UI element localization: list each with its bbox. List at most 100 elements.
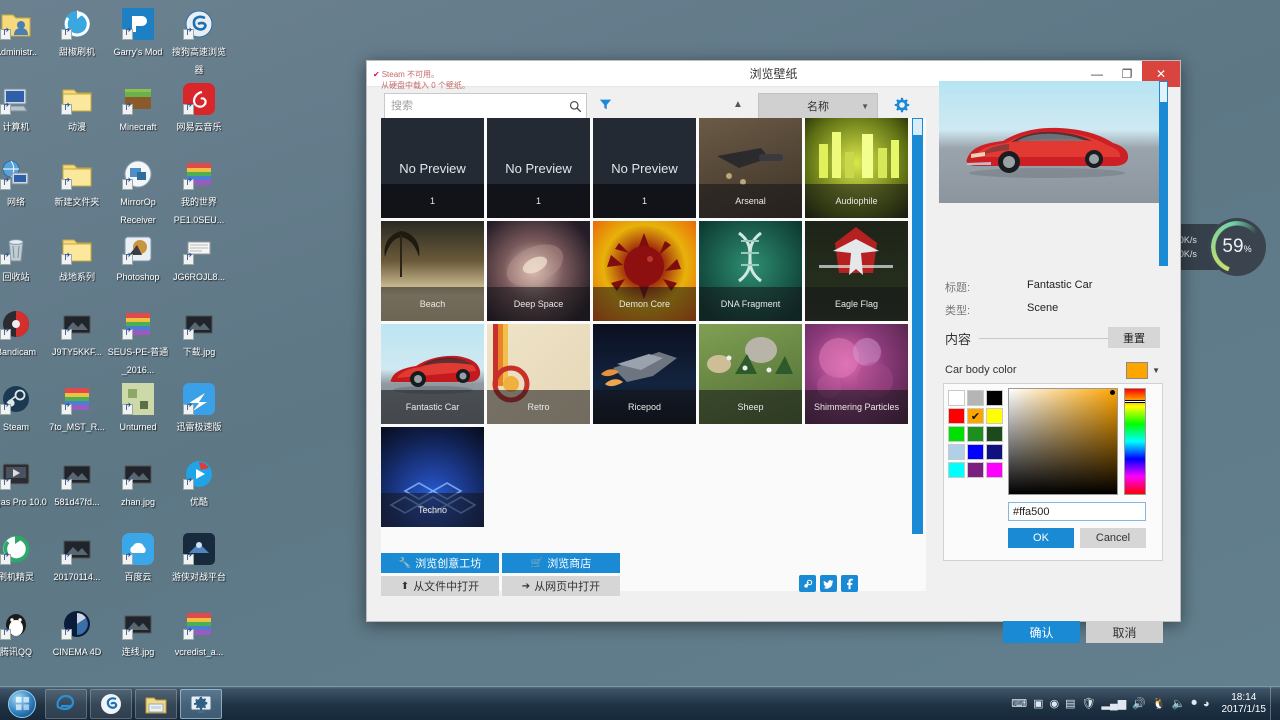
color-swatch-14[interactable] [986, 462, 1003, 478]
wallpaper-tile[interactable]: Arsenal [699, 118, 802, 218]
grid-scrollbar[interactable] [912, 118, 923, 534]
desktop-icon-network-icon[interactable]: 网络 [0, 158, 47, 210]
color-swatch-12[interactable] [948, 462, 965, 478]
desktop-icon-shuaji-icon[interactable]: 刷机精灵 [0, 533, 47, 585]
preview-scrollbar[interactable] [1159, 81, 1168, 266]
taskbar-internet-explorer-icon[interactable] [45, 688, 87, 719]
wallpaper-tile[interactable]: Demon Core [593, 221, 696, 321]
desktop-icon-baidu-cloud-icon[interactable]: 百度云 [107, 533, 169, 585]
wallpaper-tile[interactable]: Beach [381, 221, 484, 321]
facebook-icon[interactable] [841, 575, 858, 592]
open-from-file-button[interactable]: ⬆ 从文件中打开 [381, 576, 499, 596]
color-swatch-1[interactable] [967, 390, 984, 406]
speaker-icon[interactable]: 🔈 [1172, 697, 1186, 710]
chevron-down-icon[interactable]: ▼ [1152, 366, 1160, 375]
steam-icon[interactable] [799, 575, 816, 592]
taskbar-wallpaper-engine-icon[interactable] [180, 688, 222, 719]
wallpaper-tile[interactable]: No Preview 1 [381, 118, 484, 218]
desktop-icon-winrar-icon[interactable]: SEUS-PE-普通_2016... [107, 308, 169, 378]
desktop-icon-image-file-icon[interactable]: zhan.jpg [107, 458, 169, 510]
grid-scrollbar-thumb[interactable] [912, 118, 923, 136]
color-swatch-13[interactable] [967, 462, 984, 478]
color-swatch-8[interactable] [986, 426, 1003, 442]
settings-tray-icon[interactable]: ▣ [1033, 697, 1043, 710]
color-cancel-button[interactable]: Cancel [1080, 528, 1146, 548]
desktop-icon-image-file-icon[interactable]: 连线.jpg [107, 608, 169, 660]
desktop-icon-qq-icon[interactable]: 腾讯QQ [0, 608, 47, 660]
reset-button[interactable]: 重置 [1108, 327, 1160, 348]
desktop-icon-winrar-icon[interactable]: vcredist_a... [168, 608, 230, 660]
filter-icon[interactable] [599, 98, 612, 114]
wallpaper-tile[interactable]: Retro [487, 324, 590, 424]
wallpaper-tile[interactable]: Techno [381, 427, 484, 527]
security-shield-icon[interactable]: 🛡 [1082, 697, 1096, 710]
sort-direction-caret[interactable]: ▲ [733, 99, 743, 110]
cpu-usage-dial[interactable]: 59% [1208, 218, 1266, 276]
wallpaper-tile[interactable]: Sheep [699, 324, 802, 424]
desktop-icon-app-flash-icon[interactable]: 甜椒刷机 [46, 8, 108, 60]
desktop-icon-winrar-icon[interactable]: 我的世界PE1.0SEU... [168, 158, 230, 228]
qq-tray-icon[interactable]: 🐧 [1152, 697, 1166, 710]
hex-color-input[interactable]: #ffa500 [1008, 502, 1146, 521]
color-ok-button[interactable]: OK [1008, 528, 1074, 548]
desktop-icon-folder-icon[interactable]: 动漫 [46, 83, 108, 135]
saturation-value-area[interactable] [1008, 388, 1118, 495]
desktop-icon-image-file-icon[interactable]: 20170114... [46, 533, 108, 585]
desktop-icon-vegas-pro-icon[interactable]: Vegas Pro 10.0 [0, 458, 47, 510]
wallpaper-grid-container[interactable]: No Preview 1 No Preview 1 No Preview 1 Arsenal… [381, 118, 926, 591]
antivirus-alert-icon[interactable]: ▤ [1065, 697, 1075, 710]
browse-store-button[interactable]: 🛒 浏览商店 [502, 553, 620, 573]
preview-scrollbar-thumb[interactable] [1159, 81, 1168, 103]
desktop-icon-netease-music-icon[interactable]: 网易云音乐 [168, 83, 230, 135]
show-desktop-button[interactable] [1270, 686, 1280, 720]
color-swatch-7[interactable] [967, 426, 984, 442]
keyboard-icon[interactable]: ⌨ [1011, 697, 1027, 710]
start-button[interactable] [2, 688, 42, 720]
open-from-web-button[interactable]: ➔ 从网页中打开 [502, 576, 620, 596]
color-swatch-3[interactable] [948, 408, 965, 424]
car-body-color-swatch[interactable] [1126, 361, 1149, 379]
antivirus-ok-icon[interactable]: ◉ [1050, 697, 1060, 710]
desktop-icon-bandicam-icon[interactable]: Bandicam [0, 308, 47, 360]
color-swatch-9[interactable] [948, 444, 965, 460]
desktop-icon-recycle-bin-icon[interactable]: 回收站 [0, 233, 47, 285]
wallpaper-tile[interactable]: Audiophile [805, 118, 908, 218]
browse-workshop-button[interactable]: 🔧 浏览创意工坊 [381, 553, 499, 573]
sv-selector-dot[interactable] [1110, 390, 1115, 395]
wallpaper-tile[interactable]: No Preview 1 [593, 118, 696, 218]
wallpaper-tile[interactable]: No Preview 1 [487, 118, 590, 218]
network-signal-icon[interactable]: ▂▄▆ [1102, 697, 1127, 710]
wallpaper-tile[interactable]: Deep Space [487, 221, 590, 321]
wallpaper-tile[interactable]: Eagle Flag [805, 221, 908, 321]
wallpaper-tile[interactable]: Ricepod [593, 324, 696, 424]
wallpaper-tile[interactable]: Fantastic Car [381, 324, 484, 424]
desktop-icon-thunder-icon[interactable]: 迅雷极速版 [168, 383, 230, 435]
desktop-icon-folder-user-icon[interactable]: Administr.. [0, 8, 47, 60]
color-swatch-6[interactable] [948, 426, 965, 442]
taskbar-sogou-browser-icon[interactable] [90, 688, 132, 719]
desktop-icon-image-file-icon[interactable]: J9TY5KKF... [46, 308, 108, 360]
search-box[interactable] [384, 93, 587, 119]
wallpaper-tile[interactable]: DNA Fragment [699, 221, 802, 321]
desktop-icon-area[interactable]: Administr.. 甜椒刷机 Garry's Mod 搜狗高速浏览器计算机 动漫 Mi… [0, 0, 260, 715]
color-swatch-10[interactable] [967, 444, 984, 460]
desktop-icon-text-file-icon[interactable]: JG6ROJL8... [168, 233, 230, 285]
desktop-icon-computer-icon[interactable]: 计算机 [0, 83, 47, 135]
desktop-icon-image-file-icon[interactable]: 下载.jpg [168, 308, 230, 360]
desktop-icon-steam-icon[interactable]: Steam [0, 383, 47, 435]
desktop-icon-winrar-icon[interactable]: 7to_MST_R... [46, 383, 108, 435]
sort-dropdown[interactable]: 名称 ▼ [758, 93, 878, 119]
desktop-icon-folder-icon[interactable]: 新建文件夹 [46, 158, 108, 210]
search-input[interactable] [385, 100, 564, 112]
wallpaper-preview[interactable] [939, 81, 1159, 203]
color-swatch-11[interactable] [986, 444, 1003, 460]
color-swatch-4[interactable]: ✔ [967, 408, 984, 424]
desktop-icon-image-file-icon[interactable]: 581d47fd... [46, 458, 108, 510]
record-icon-2[interactable]: ◕ [1203, 698, 1210, 710]
twitter-icon[interactable] [820, 575, 837, 592]
taskbar-clock[interactable]: 18:14 2017/1/15 [1222, 692, 1267, 716]
desktop-icon-minecraft-icon[interactable]: Minecraft [107, 83, 169, 135]
hue-selector-marker[interactable] [1125, 400, 1145, 403]
color-swatch-0[interactable] [948, 390, 965, 406]
gear-icon[interactable] [894, 97, 910, 118]
